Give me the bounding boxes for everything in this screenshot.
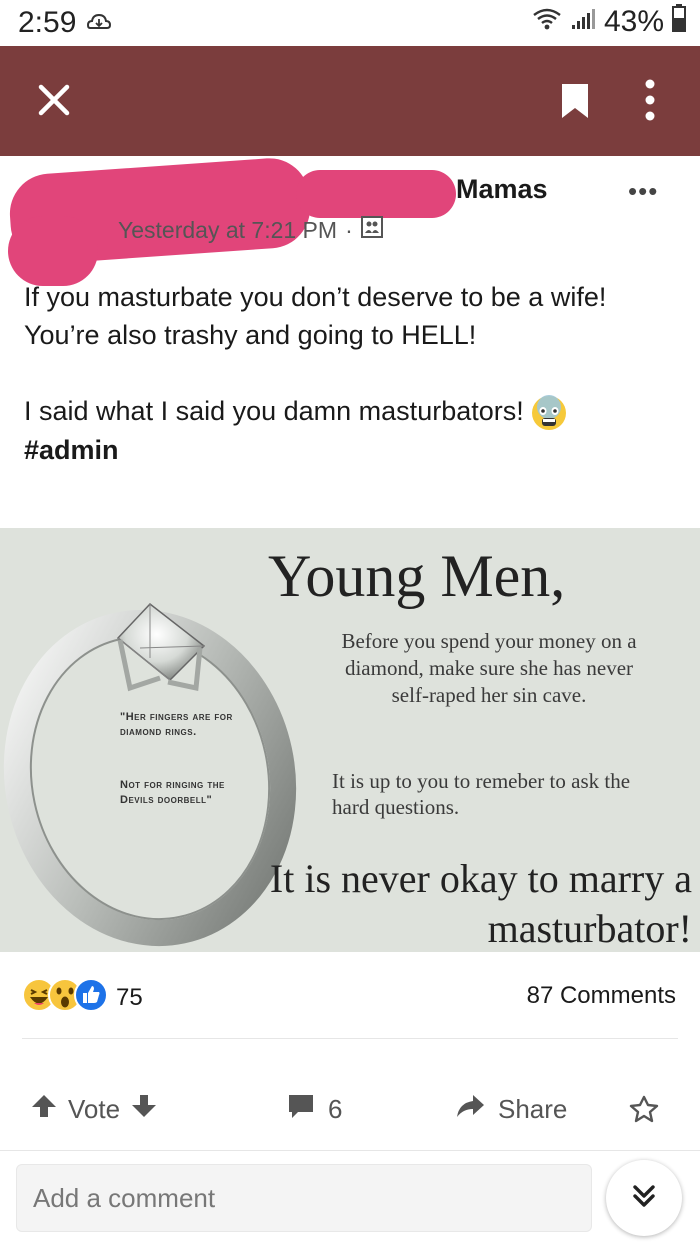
share-button[interactable]: Share [454,1092,567,1127]
post-text-line1: If you masturbate you don’t deserve to b… [24,282,607,350]
post-text-line2-wrap: I said what I said you damn masturbators… [24,392,684,431]
bookmark-icon[interactable] [560,82,590,125]
more-vertical-icon[interactable] [644,78,656,127]
post-action-bar: Vote 6 Share [0,1080,700,1136]
upvote-icon[interactable] [30,1092,58,1127]
like-reaction-icon [74,978,108,1017]
share-label: Share [498,1094,568,1124]
post-overflow-menu[interactable]: ••• [628,176,658,207]
fearful-face-emoji-icon [531,394,567,431]
battery-icon [672,4,686,40]
post-header: Mamas Yesterday at 7:21 PM · ••• [0,155,700,286]
image-paragraph-1: Before you spend your money on a diamond… [341,629,637,707]
group-name[interactable]: Mamas [456,174,548,205]
comment-count: 6 [328,1094,343,1124]
comment-composer [16,1164,592,1232]
vote-control: Vote [30,1092,158,1127]
image-paragraph-2: It is up to you to remeber to ask the ha… [332,769,631,819]
reactions-summary[interactable]: 75 [22,978,143,1017]
image-title: Young Men, [268,543,566,609]
status-time: 2:59 [18,6,77,39]
image-quote-2: Not for ringing the Devils doorbell" [120,779,225,806]
share-icon [454,1092,486,1127]
post-timestamp: Yesterday at 7:21 PM [118,216,338,243]
divider [22,1038,678,1039]
post-body: If you masturbate you don’t deserve to b… [24,278,684,469]
public-group-icon [360,216,383,244]
jump-to-next-button[interactable] [606,1160,682,1236]
reaction-count: 75 [116,983,143,1011]
app-toolbar [0,46,700,156]
add-comment-input[interactable] [17,1165,577,1231]
battery-percent: 43% [603,5,664,38]
meta-separator: · [345,216,353,243]
post-image[interactable]: Young Men, Before you spend your money o… [0,528,700,952]
award-icon[interactable] [628,1094,660,1131]
comment-icon [286,1092,316,1127]
post-hashtag[interactable]: #admin [24,431,684,469]
image-quote-1: "Her fingers are for diamond rings. [120,711,233,738]
divider [0,1150,700,1151]
comment-button[interactable]: 6 [286,1092,342,1127]
post-meta: Yesterday at 7:21 PM · [118,216,383,244]
redaction-mark [296,170,456,218]
image-paragraph-3: It is never okay to marry a masturbator! [269,856,692,951]
redaction-mark [8,216,98,286]
status-right: 43% [532,4,686,40]
vote-label: Vote [68,1094,121,1124]
post-text-line2: I said what I said you damn masturbators… [24,396,524,426]
close-icon[interactable] [36,82,72,118]
notification-icon [86,12,112,37]
double-chevron-down-icon [629,1181,659,1216]
downvote-icon[interactable] [130,1092,158,1127]
wifi-icon [532,5,562,39]
signal-icon [570,5,596,39]
comments-count-link[interactable]: 87 Comments [527,982,676,1010]
status-bar: 2:59 43% [0,0,700,46]
